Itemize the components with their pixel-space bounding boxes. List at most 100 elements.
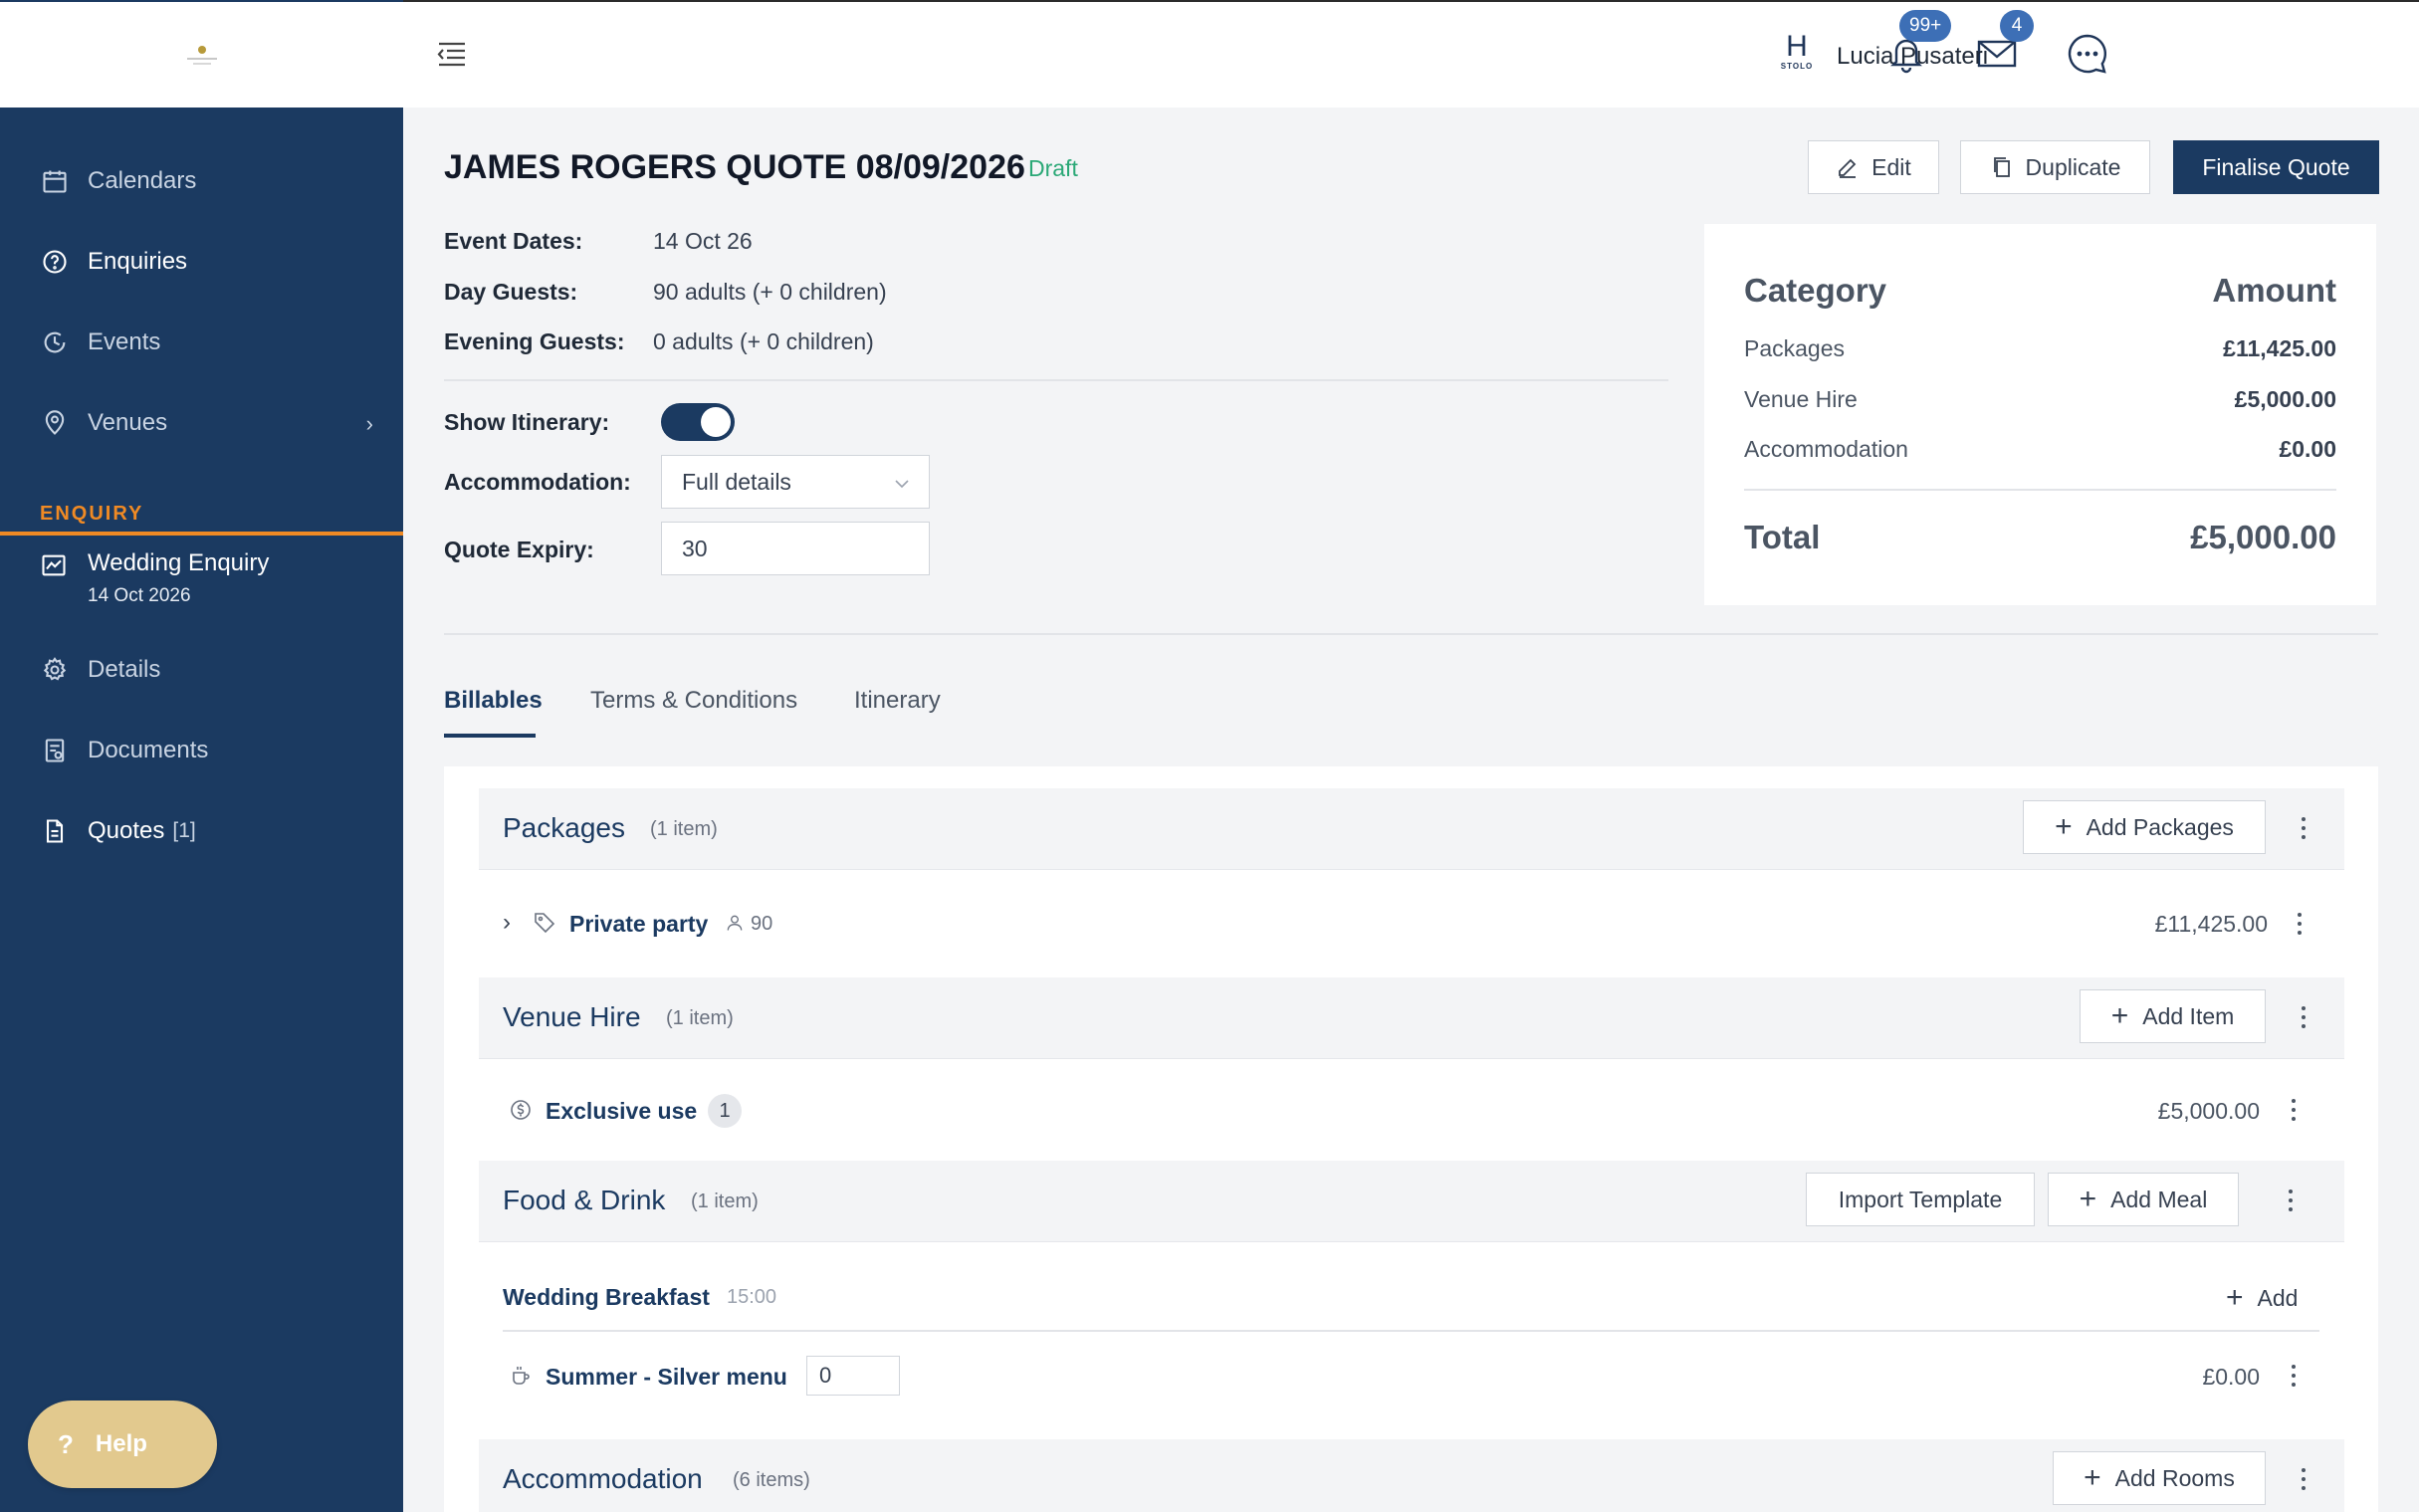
top-header: 99+ 4 H STOLO Lucia Pusateri	[403, 2, 2419, 108]
section-label-enquiry: ENQUIRY	[40, 503, 144, 525]
plus-icon: +	[2079, 1183, 2097, 1215]
venue-hire-item-name[interactable]: Exclusive use	[546, 1098, 697, 1125]
sidebar-item-label: Venues	[88, 409, 168, 436]
help-button[interactable]: ? Help	[28, 1401, 217, 1488]
accommodation-label: Accommodation:	[444, 469, 631, 495]
summary-category: Venue Hire	[1744, 386, 1858, 412]
sidebar-item-wedding-enquiry[interactable]: Wedding Enquiry 14 Oct 2026	[0, 549, 403, 619]
menu-item-quantity-input[interactable]	[806, 1356, 900, 1396]
help-label: Help	[95, 1430, 147, 1457]
notifications-badge: 99+	[1899, 10, 1952, 42]
summary-header-category: Category	[1744, 272, 1887, 309]
copy-icon	[1993, 157, 2010, 177]
accommodation-section-header: Accommodation (6 items) + Add Rooms	[479, 1439, 2344, 1512]
section-title: Packages	[503, 812, 625, 843]
file-icon	[40, 816, 70, 846]
summary-category: Accommodation	[1744, 436, 1908, 462]
section-count: (6 items)	[733, 1469, 810, 1491]
chat-icon[interactable]	[2066, 32, 2109, 76]
more-options-icon[interactable]	[2294, 810, 2313, 846]
calendar-icon	[40, 166, 70, 196]
packages-section-header: Packages (1 item) + Add Packages	[479, 788, 2344, 870]
plus-icon: +	[2110, 999, 2129, 1032]
sidebar-item-label: Details	[88, 656, 161, 683]
quote-summary-card: Category Amount Packages £11,425.00 Venu…	[1704, 224, 2376, 605]
add-rooms-button[interactable]: + Add Rooms	[2053, 1451, 2266, 1505]
evening-guests-label: Evening Guests:	[444, 328, 625, 354]
expand-chevron-icon[interactable]: ›	[503, 909, 511, 937]
sidebar-item-calendars[interactable]: Calendars	[0, 151, 403, 211]
more-options-icon[interactable]	[2281, 1183, 2301, 1218]
sidebar-item-label: Documents	[88, 737, 209, 763]
more-options-icon[interactable]	[2294, 999, 2313, 1035]
package-amount: £11,425.00	[2154, 911, 2268, 937]
sidebar-item-enquiries[interactable]: Enquiries	[0, 232, 403, 292]
duplicate-button[interactable]: Duplicate	[1960, 140, 2150, 194]
section-title: Venue Hire	[503, 1001, 641, 1032]
quote-expiry-input[interactable]	[661, 522, 930, 575]
day-guests-label: Day Guests:	[444, 279, 578, 305]
add-menu-item-button[interactable]: + Add	[2226, 1281, 2298, 1315]
section-divider	[0, 532, 403, 536]
gear-icon	[40, 655, 70, 685]
add-packages-button[interactable]: + Add Packages	[2023, 800, 2266, 854]
import-template-button[interactable]: Import Template	[1806, 1173, 2035, 1226]
show-itinerary-toggle[interactable]	[661, 403, 735, 441]
tab-terms-conditions[interactable]: Terms & Conditions	[590, 687, 797, 715]
sidebar-item-details[interactable]: Details	[0, 640, 403, 700]
meal-time: 15:00	[727, 1286, 777, 1308]
tab-billables[interactable]: Billables	[444, 687, 543, 715]
more-options-icon[interactable]	[2284, 1358, 2304, 1394]
meal-name[interactable]: Wedding Breakfast	[503, 1284, 710, 1311]
billables-panel	[444, 766, 2378, 1512]
chevron-down-icon	[893, 472, 911, 490]
meal-divider	[503, 1330, 2319, 1332]
more-options-icon[interactable]	[2284, 1092, 2304, 1128]
toggle-knob	[701, 407, 731, 437]
logo-icon	[185, 42, 219, 68]
venue-hire-section-header: Venue Hire (1 item) + Add Item	[479, 977, 2344, 1059]
collapse-menu-icon[interactable]	[435, 38, 469, 70]
sidebar-item-quotes[interactable]: Quotes [1]	[0, 801, 403, 861]
accommodation-select[interactable]: Full details	[661, 455, 930, 509]
tag-icon	[533, 910, 556, 934]
section-count: (1 item)	[666, 1007, 734, 1029]
more-options-icon[interactable]	[2294, 1461, 2313, 1497]
chevron-right-icon: ›	[365, 411, 373, 436]
sidebar-item-venues[interactable]: Venues ›	[0, 393, 403, 453]
edit-button[interactable]: Edit	[1808, 140, 1939, 194]
add-item-button[interactable]: + Add Item	[2080, 989, 2266, 1043]
plus-icon: +	[2226, 1281, 2244, 1314]
plus-icon: +	[2055, 810, 2073, 843]
mail-badge: 4	[2000, 10, 2034, 42]
question-icon: ?	[58, 1428, 74, 1459]
tab-itinerary[interactable]: Itinerary	[854, 687, 941, 715]
food-drink-section-header: Food & Drink (1 item) Import Template + …	[479, 1161, 2344, 1242]
enquiry-title: Wedding Enquiry	[88, 549, 270, 576]
add-meal-button[interactable]: + Add Meal	[2048, 1173, 2239, 1226]
section-count: (1 item)	[691, 1190, 759, 1212]
summary-header-amount: Amount	[2212, 272, 2336, 309]
sidebar-item-documents[interactable]: Documents	[0, 721, 403, 780]
package-name[interactable]: Private party	[569, 911, 708, 938]
pencil-icon	[1839, 158, 1857, 178]
dollar-circle-icon	[509, 1098, 533, 1122]
section-title: Food & Drink	[503, 1185, 666, 1215]
more-options-icon[interactable]	[2290, 906, 2309, 942]
user-name[interactable]: Lucia Pusateri	[1837, 43, 1988, 71]
event-dates-label: Event Dates:	[444, 228, 583, 254]
page-title: JAMES ROGERS QUOTE 08/09/2026	[444, 148, 1025, 186]
summary-divider	[1744, 489, 2336, 491]
menu-item-name[interactable]: Summer - Silver menu	[546, 1364, 787, 1391]
header-divider	[444, 633, 2378, 635]
venue-logo[interactable]	[0, 2, 403, 108]
chart-icon	[40, 551, 70, 581]
quantity-badge: 1	[708, 1094, 742, 1128]
menu-item-amount: £0.00	[2202, 1364, 2260, 1390]
evening-guests-value: 0 adults (+ 0 children)	[653, 328, 874, 354]
sidebar-item-events[interactable]: Events	[0, 313, 403, 372]
section-title: Accommodation	[503, 1463, 703, 1494]
person-icon	[725, 913, 745, 933]
enquiry-date: 14 Oct 2026	[88, 585, 191, 606]
finalise-quote-button[interactable]: Finalise Quote	[2173, 140, 2379, 194]
